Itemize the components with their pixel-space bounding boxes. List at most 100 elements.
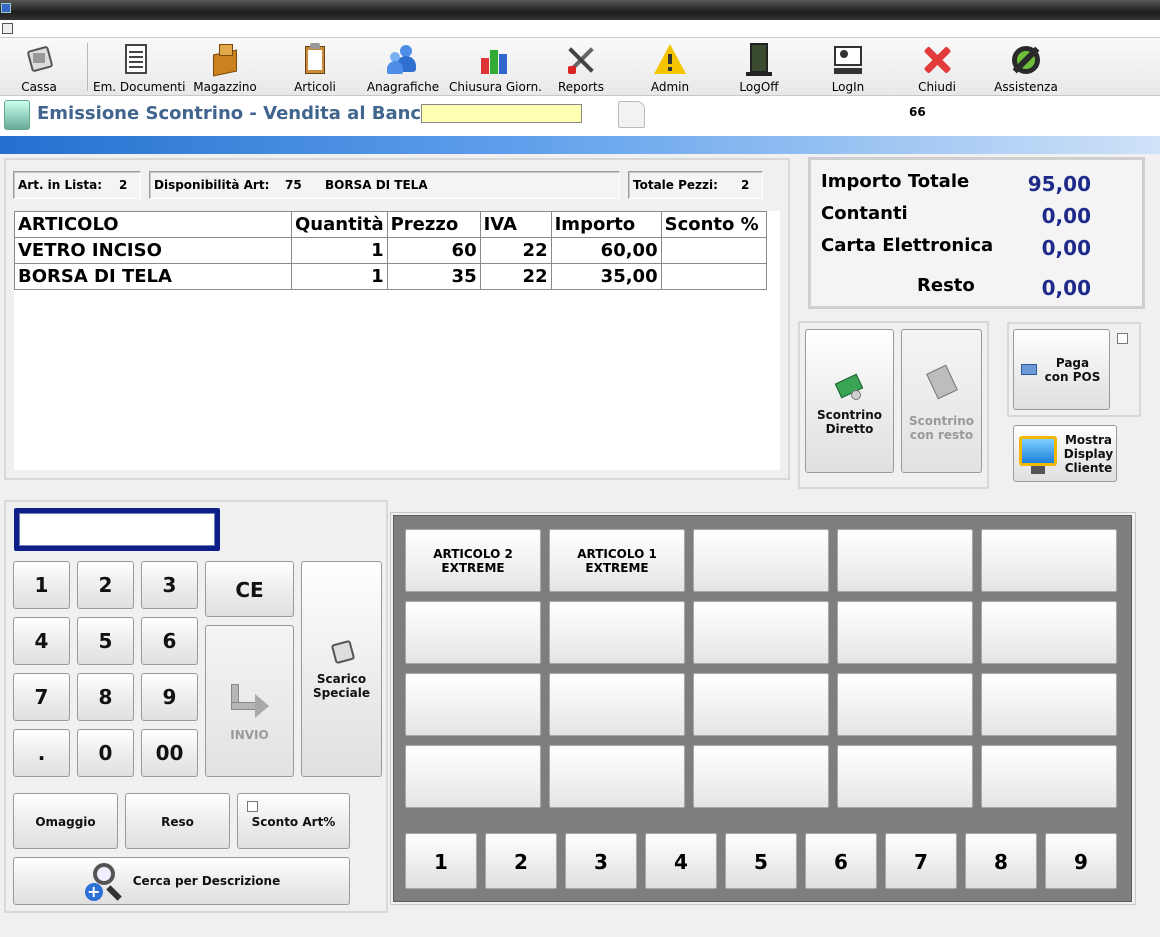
page-button-8[interactable]: 8: [965, 833, 1037, 889]
col-sconto[interactable]: Sconto %: [660, 211, 768, 238]
paga-con-pos-button[interactable]: Paga con POS: [1013, 329, 1110, 410]
toolbar-login-button[interactable]: LogIn: [825, 38, 871, 96]
page-button-6[interactable]: 6: [805, 833, 877, 889]
toolbar-chiusura-giorn-button[interactable]: Chiusura Giorn.: [449, 38, 542, 96]
totale-pezzi-label: Totale Pezzi:: [633, 178, 718, 192]
page-button-1[interactable]: 1: [405, 833, 477, 889]
toolbar-em-documenti-button[interactable]: Em. Documenti: [93, 38, 185, 96]
key-ce[interactable]: CE: [205, 561, 294, 617]
toolbar-admin-button[interactable]: Admin: [646, 38, 694, 96]
resto-label: Resto: [917, 275, 975, 296]
page-button-7[interactable]: 7: [885, 833, 957, 889]
key-7[interactable]: 7: [13, 673, 70, 721]
toolbar-logoff-button[interactable]: LogOff: [735, 38, 783, 96]
toolbar-label: Reports: [557, 80, 605, 94]
key-00[interactable]: 00: [141, 729, 198, 777]
toolbar-articoli-button[interactable]: Articoli: [288, 38, 342, 96]
quick-article-button[interactable]: [549, 673, 685, 736]
cell-quantita: 1: [291, 237, 388, 264]
key-1[interactable]: 1: [13, 561, 70, 609]
quick-article-button[interactable]: [981, 601, 1117, 664]
invio-button[interactable]: INVIO: [205, 625, 294, 777]
scarico-speciale-button[interactable]: Scarico Speciale: [301, 561, 382, 777]
article-grid[interactable]: ARTICOLO Quantità Prezzo IVA Importo Sco…: [14, 211, 768, 290]
page-button-9[interactable]: 9: [1045, 833, 1117, 889]
toolbar-magazzino-button[interactable]: Magazzino: [193, 38, 257, 96]
toolbar-label: Cassa: [21, 80, 57, 94]
toolbar-reports-button[interactable]: Reports: [556, 38, 606, 96]
key-9[interactable]: 9: [141, 673, 198, 721]
key-0[interactable]: 0: [77, 729, 134, 777]
sconto-art-checkbox[interactable]: [247, 801, 258, 812]
key-4[interactable]: 4: [13, 617, 70, 665]
cell-sconto: [660, 263, 768, 290]
cell-quantita: 1: [291, 263, 388, 290]
key-2[interactable]: 2: [77, 561, 134, 609]
toolbar-chiudi-button[interactable]: Chiudi: [913, 38, 961, 96]
reso-button[interactable]: Reso: [125, 793, 230, 849]
money-icon: [834, 372, 865, 402]
quick-article-button[interactable]: [549, 601, 685, 664]
page-button-5[interactable]: 5: [725, 833, 797, 889]
toolbar-label: LogIn: [831, 80, 865, 94]
key-dot[interactable]: .: [13, 729, 70, 777]
col-prezzo[interactable]: Prezzo: [386, 211, 481, 238]
quick-article-button[interactable]: [837, 601, 973, 664]
quick-article-button[interactable]: [981, 529, 1117, 592]
quick-article-button[interactable]: [405, 601, 541, 664]
paga-con-pos-label: Paga con POS: [1044, 355, 1101, 384]
pos-checkbox[interactable]: [1117, 333, 1128, 344]
quick-article-button[interactable]: [837, 745, 973, 808]
quick-article-button[interactable]: [837, 673, 973, 736]
quick-article-button[interactable]: ARTICOLO 1 EXTREME: [549, 529, 685, 592]
quick-article-button[interactable]: [549, 745, 685, 808]
key-5[interactable]: 5: [77, 617, 134, 665]
cell-sconto: [660, 237, 768, 264]
col-importo[interactable]: Importo: [550, 211, 662, 238]
omaggio-button[interactable]: Omaggio: [13, 793, 118, 849]
key-8[interactable]: 8: [77, 673, 134, 721]
warehouse-box-icon: [207, 42, 243, 78]
toolbar-anagrafiche-button[interactable]: Anagrafiche: [366, 38, 440, 96]
key-3[interactable]: 3: [141, 561, 198, 609]
main-toolbar: Cassa Em. Documenti Magazzino Articoli A: [0, 38, 1160, 96]
page-button-2[interactable]: 2: [485, 833, 557, 889]
col-articolo[interactable]: ARTICOLO: [14, 211, 292, 238]
enter-arrow-icon: [225, 682, 275, 722]
keypad-input[interactable]: [19, 513, 215, 546]
toolbar-assistenza-button[interactable]: Assistenza: [994, 38, 1058, 96]
header-input[interactable]: [421, 104, 582, 123]
quick-article-button[interactable]: [405, 745, 541, 808]
quick-article-button[interactable]: [405, 673, 541, 736]
quick-article-button[interactable]: [981, 673, 1117, 736]
quick-article-button[interactable]: [693, 601, 829, 664]
quick-article-button[interactable]: [981, 745, 1117, 808]
quick-article-button[interactable]: [693, 745, 829, 808]
mostra-display-cliente-button[interactable]: Mostra Display Cliente: [1013, 425, 1117, 482]
cell-importo: 35,00: [550, 263, 662, 290]
cerca-per-descrizione-label: Cerca per Descrizione: [132, 874, 281, 888]
keypad-input-frame: [14, 508, 220, 551]
toolbar-label: Anagrafiche: [366, 80, 440, 94]
col-quantita[interactable]: Quantità: [291, 211, 388, 238]
window-menu-icon[interactable]: [2, 23, 13, 34]
page-header: Emissione Scontrino - Vendita al Banco 6…: [0, 96, 1160, 136]
table-row[interactable]: BORSA DI TELA 1 35 22 35,00: [14, 263, 768, 290]
tools-icon: [563, 42, 599, 78]
quick-article-button[interactable]: [837, 529, 973, 592]
table-row[interactable]: VETRO INCISO 1 60 22 60,00: [14, 237, 768, 264]
login-icon: [830, 42, 866, 78]
toolbar-label: Chiusura Giorn.: [449, 80, 542, 94]
page-button-4[interactable]: 4: [645, 833, 717, 889]
quick-article-button[interactable]: ARTICOLO 2 EXTREME: [405, 529, 541, 592]
toolbar-cassa-button[interactable]: Cassa: [6, 38, 72, 96]
cerca-per-descrizione-button[interactable]: + Cerca per Descrizione: [13, 857, 350, 905]
col-iva[interactable]: IVA: [479, 211, 552, 238]
scontrino-diretto-button[interactable]: Scontrino Diretto: [805, 329, 894, 473]
sconto-art-button[interactable]: Sconto Art%: [237, 793, 350, 849]
key-6[interactable]: 6: [141, 617, 198, 665]
scontrino-con-resto-button[interactable]: Scontrino con resto: [901, 329, 982, 473]
quick-article-button[interactable]: [693, 673, 829, 736]
page-button-3[interactable]: 3: [565, 833, 637, 889]
quick-article-button[interactable]: [693, 529, 829, 592]
